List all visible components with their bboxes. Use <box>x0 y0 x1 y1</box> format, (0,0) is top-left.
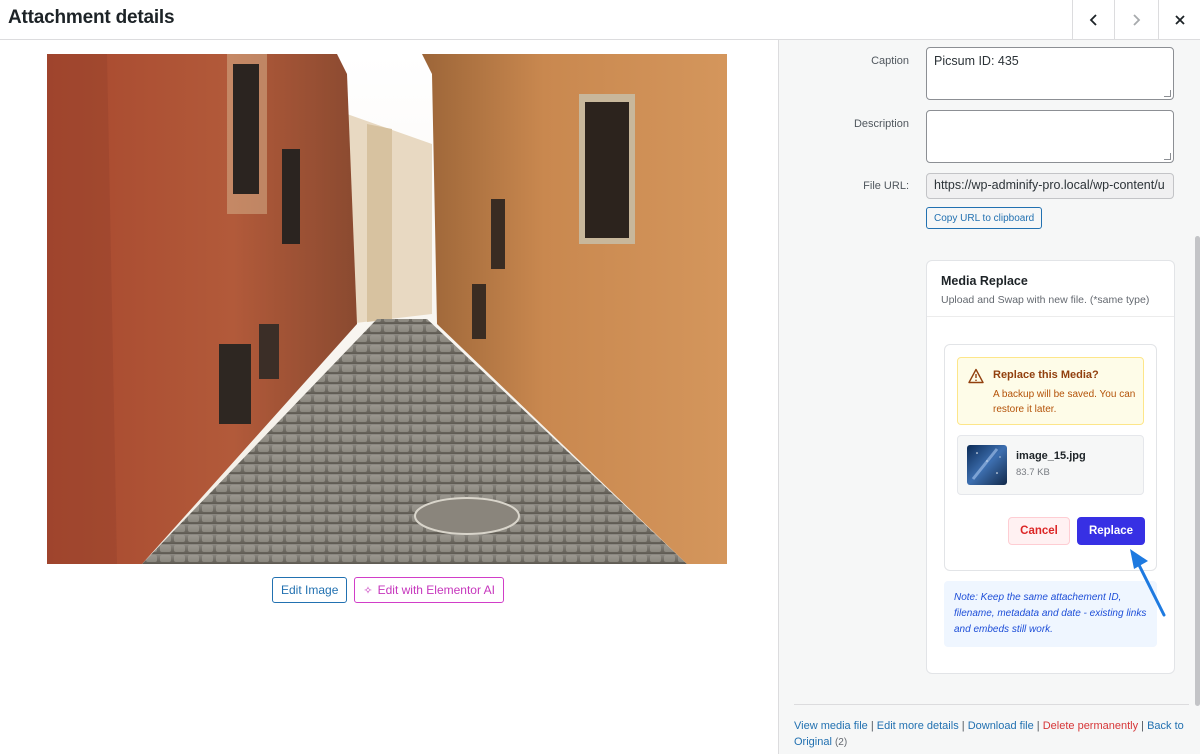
attachment-sidebar: Caption Picsum ID: 435 Description File … <box>778 40 1200 754</box>
link-separator: | <box>1036 720 1040 732</box>
delete-link[interactable]: Delete permanently <box>1043 720 1138 732</box>
download-link[interactable]: Download file <box>968 720 1034 732</box>
next-button[interactable] <box>1114 0 1156 39</box>
resize-handle[interactable] <box>1164 90 1171 97</box>
edit-image-button[interactable]: Edit Image <box>272 577 348 603</box>
back-count: (2) <box>834 737 848 748</box>
media-replace-header: Media Replace Upload and Swap with new f… <box>927 261 1174 317</box>
file-url-field[interactable]: https://wp-adminify-pro.local/wp-content… <box>926 173 1174 199</box>
sidebar-scrollbar[interactable] <box>1195 236 1200 706</box>
replace-confirm-box: Replace this Media? A backup will be sav… <box>944 344 1157 571</box>
caption-label: Caption <box>871 55 909 67</box>
warning-triangle-icon <box>968 368 984 384</box>
file-url-value: https://wp-adminify-pro.local/wp-content… <box>934 178 1165 192</box>
warning-text: A backup will be saved. You can restore … <box>993 389 1136 415</box>
edit-details-link[interactable]: Edit more details <box>877 720 959 732</box>
previous-button[interactable] <box>1072 0 1114 39</box>
edit-with-ai-label: Edit with Elementor AI <box>377 583 495 597</box>
selected-file: image_15.jpg 83.7 KB <box>957 435 1144 495</box>
divider <box>794 704 1189 705</box>
edit-with-ai-button[interactable]: ✧ Edit with Elementor AI <box>354 577 504 603</box>
media-replace-title: Media Replace <box>941 274 1028 288</box>
media-replace-subtitle: Upload and Swap with new file. (*same ty… <box>941 294 1150 306</box>
link-separator: | <box>961 720 965 732</box>
replace-button[interactable]: Replace <box>1077 517 1145 545</box>
cancel-button[interactable]: Cancel <box>1008 517 1070 545</box>
page-title: Attachment details <box>8 7 175 28</box>
chevron-right-icon <box>1132 13 1140 26</box>
replace-warning: Replace this Media? A backup will be sav… <box>957 357 1144 425</box>
close-icon <box>1174 14 1185 25</box>
modal-header: Attachment details <box>0 0 1200 40</box>
sparkle-icon: ✧ <box>363 584 373 597</box>
file-thumbnail <box>967 445 1007 485</box>
description-label: Description <box>853 118 909 130</box>
alley-photo <box>47 54 727 564</box>
caption-value: Picsum ID: 435 <box>934 54 1019 68</box>
file-name: image_15.jpg <box>1016 450 1086 462</box>
close-button[interactable] <box>1158 0 1200 39</box>
attachment-links: View media file | Edit more details | Do… <box>794 718 1189 751</box>
copy-url-button[interactable]: Copy URL to clipboard <box>926 207 1043 229</box>
pointer-arrow-icon <box>1130 549 1166 617</box>
resize-handle[interactable] <box>1164 153 1171 160</box>
chevron-left-icon <box>1089 13 1097 26</box>
file-url-label: File URL: <box>863 180 909 192</box>
file-size: 83.7 KB <box>1016 467 1050 478</box>
link-separator: | <box>870 720 874 732</box>
attachment-image <box>47 54 727 564</box>
warning-title: Replace this Media? <box>993 369 1099 381</box>
description-field[interactable] <box>926 110 1174 163</box>
image-actions: Edit Image ✧ Edit with Elementor AI <box>272 577 504 603</box>
caption-field[interactable]: Picsum ID: 435 <box>926 47 1174 100</box>
link-separator: | <box>1141 720 1145 732</box>
view-media-link[interactable]: View media file <box>794 720 868 732</box>
image-preview-area: Edit Image ✧ Edit with Elementor AI <box>0 40 778 754</box>
